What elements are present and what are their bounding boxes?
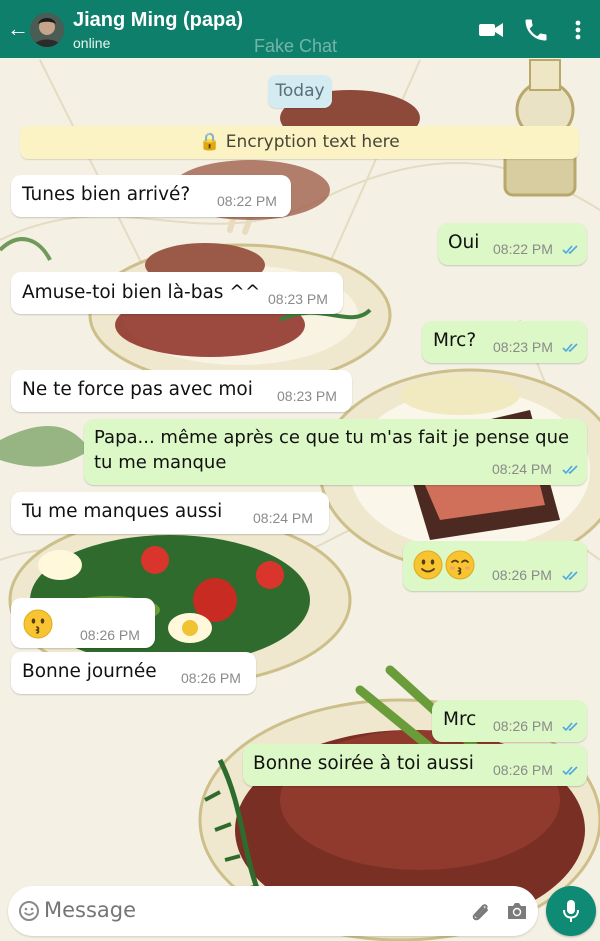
- kissing-face-emoji: [23, 609, 53, 639]
- message-bubble-incoming[interactable]: Tunes bien arrivé? 08:22 PM: [11, 175, 291, 217]
- message-time: 08:24 PM: [253, 510, 313, 526]
- emoji-icon[interactable]: [18, 900, 40, 922]
- microphone-button[interactable]: [546, 886, 596, 936]
- message-bubble-incoming[interactable]: Ne te force pas avec moi 08:23 PM: [11, 370, 352, 412]
- message-time: 08:24 PM: [492, 461, 552, 477]
- message-bubble-incoming[interactable]: Amuse-toi bien là-bas ^^ 08:23 PM: [11, 272, 343, 314]
- message-bubble-incoming[interactable]: Bonne journée 08:26 PM: [11, 652, 256, 694]
- camera-icon[interactable]: [505, 900, 529, 922]
- message-text: Mrc: [443, 709, 477, 730]
- message-text: Oui: [448, 232, 480, 253]
- read-ticks-icon: [562, 571, 578, 581]
- message-text: Mrc?: [433, 330, 477, 351]
- message-text-line2: tu me manque: [94, 452, 227, 473]
- date-chip: Today: [268, 75, 332, 108]
- message-time: 08:23 PM: [277, 388, 337, 404]
- message-text: Papa... même après ce que tu m'as fait j…: [94, 427, 570, 448]
- message-text: Tunes bien arrivé?: [22, 184, 191, 205]
- voice-call-icon[interactable]: [522, 16, 550, 44]
- message-input[interactable]: [44, 898, 424, 922]
- message-text: Amuse-toi bien là-bas ^^: [22, 282, 261, 303]
- message-time: 08:23 PM: [493, 339, 553, 355]
- message-bubble-incoming[interactable]: 08:26 PM: [11, 598, 155, 648]
- read-ticks-icon: [562, 245, 578, 255]
- message-time: 08:26 PM: [80, 627, 140, 643]
- message-bubble-outgoing[interactable]: Mrc 08:26 PM: [432, 700, 587, 742]
- message-time: 08:22 PM: [493, 241, 553, 257]
- kissing-face-with-smiling-eyes-emoji: [445, 550, 475, 580]
- read-ticks-icon: [562, 343, 578, 353]
- read-ticks-icon: [562, 465, 578, 475]
- message-text: Ne te force pas avec moi: [22, 379, 253, 400]
- attach-icon[interactable]: [468, 899, 492, 925]
- message-time: 08:22 PM: [217, 193, 277, 209]
- read-ticks-icon: [562, 766, 578, 776]
- read-ticks-icon: [562, 722, 578, 732]
- message-text: Tu me manques aussi: [22, 501, 223, 522]
- back-arrow-icon[interactable]: ←: [6, 14, 30, 44]
- video-call-icon[interactable]: [477, 16, 505, 44]
- message-text: Bonne journée: [22, 661, 157, 682]
- more-options-icon[interactable]: [566, 16, 594, 44]
- message-text: Bonne soirée à toi aussi: [253, 753, 474, 774]
- message-bubble-outgoing[interactable]: Oui 08:22 PM: [438, 223, 587, 265]
- message-bubble-outgoing[interactable]: Bonne soirée à toi aussi 08:26 PM: [243, 744, 587, 786]
- encryption-notice[interactable]: 🔒 Encryption text here: [20, 126, 579, 159]
- message-time: 08:26 PM: [493, 718, 553, 734]
- microphone-icon: [563, 900, 579, 922]
- message-time: 08:26 PM: [181, 670, 241, 686]
- message-time: 08:23 PM: [268, 291, 328, 307]
- message-time: 08:26 PM: [492, 567, 552, 583]
- contact-name[interactable]: Jiang Ming (papa): [73, 9, 243, 32]
- avatar[interactable]: [30, 13, 64, 47]
- message-bubble-outgoing[interactable]: Mrc? 08:23 PM: [422, 321, 587, 363]
- message-bubble-incoming[interactable]: Tu me manques aussi 08:24 PM: [11, 492, 329, 534]
- message-composer: [8, 886, 538, 936]
- contact-status: online: [73, 35, 111, 51]
- slightly-smiling-face-emoji: [413, 550, 443, 580]
- message-time: 08:26 PM: [493, 762, 553, 778]
- watermark: Fake Chat: [254, 36, 338, 56]
- message-bubble-outgoing[interactable]: Papa... même après ce que tu m'as fait j…: [84, 419, 587, 485]
- message-bubble-outgoing[interactable]: 08:26 PM: [403, 541, 587, 591]
